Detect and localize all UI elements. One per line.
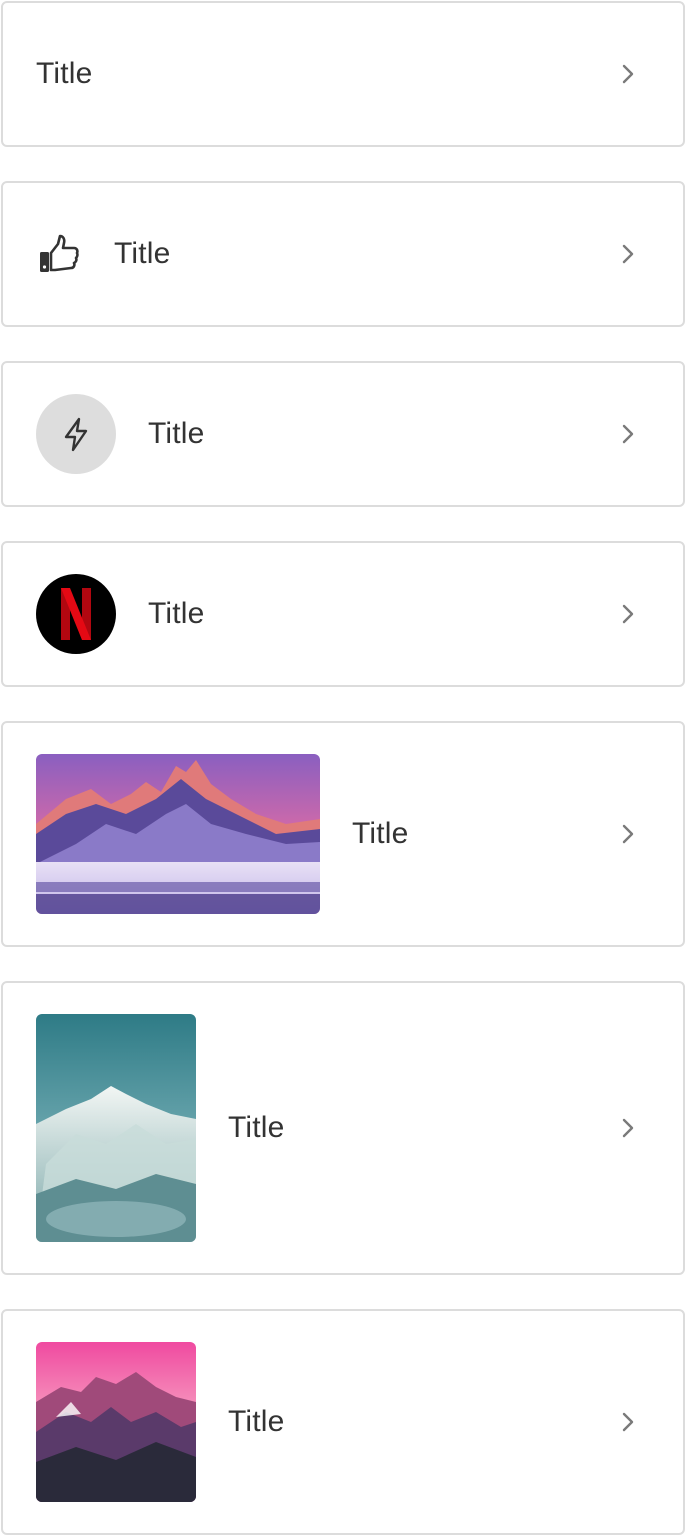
chevron-right-icon bbox=[617, 1411, 639, 1433]
lightning-icon bbox=[64, 417, 88, 452]
chevron-right-icon bbox=[617, 823, 639, 845]
chevron-right-icon bbox=[617, 1117, 639, 1139]
list-item-title: Title bbox=[36, 57, 93, 90]
thumbs-up-icon bbox=[36, 232, 80, 276]
pink-sky-mountain-image bbox=[36, 1342, 196, 1502]
chevron-right-icon bbox=[617, 63, 639, 85]
list-item-title-only[interactable]: Title bbox=[1, 1, 685, 147]
list-item-title: Title bbox=[148, 597, 205, 630]
list-item-title: Title bbox=[148, 417, 205, 450]
lightning-avatar bbox=[36, 394, 116, 474]
chevron-right-icon bbox=[617, 603, 639, 625]
list-item-title: Title bbox=[228, 1111, 285, 1144]
list-item-with-logo[interactable]: Title bbox=[1, 541, 685, 687]
mountain-sunset-image bbox=[36, 754, 320, 914]
list-item-with-avatar-icon[interactable]: Title bbox=[1, 361, 685, 507]
netflix-logo bbox=[36, 574, 116, 654]
snowy-peak-image bbox=[36, 1014, 196, 1242]
list-item-with-square-image[interactable]: Title bbox=[1, 1309, 685, 1535]
list-item-with-wide-image[interactable]: Title bbox=[1, 721, 685, 947]
list-item-with-tall-image[interactable]: Title bbox=[1, 981, 685, 1275]
list-item-title: Title bbox=[228, 1405, 285, 1438]
chevron-right-icon bbox=[617, 243, 639, 265]
list-item-title: Title bbox=[114, 237, 171, 270]
chevron-right-icon bbox=[617, 423, 639, 445]
list-item-with-icon[interactable]: Title bbox=[1, 181, 685, 327]
